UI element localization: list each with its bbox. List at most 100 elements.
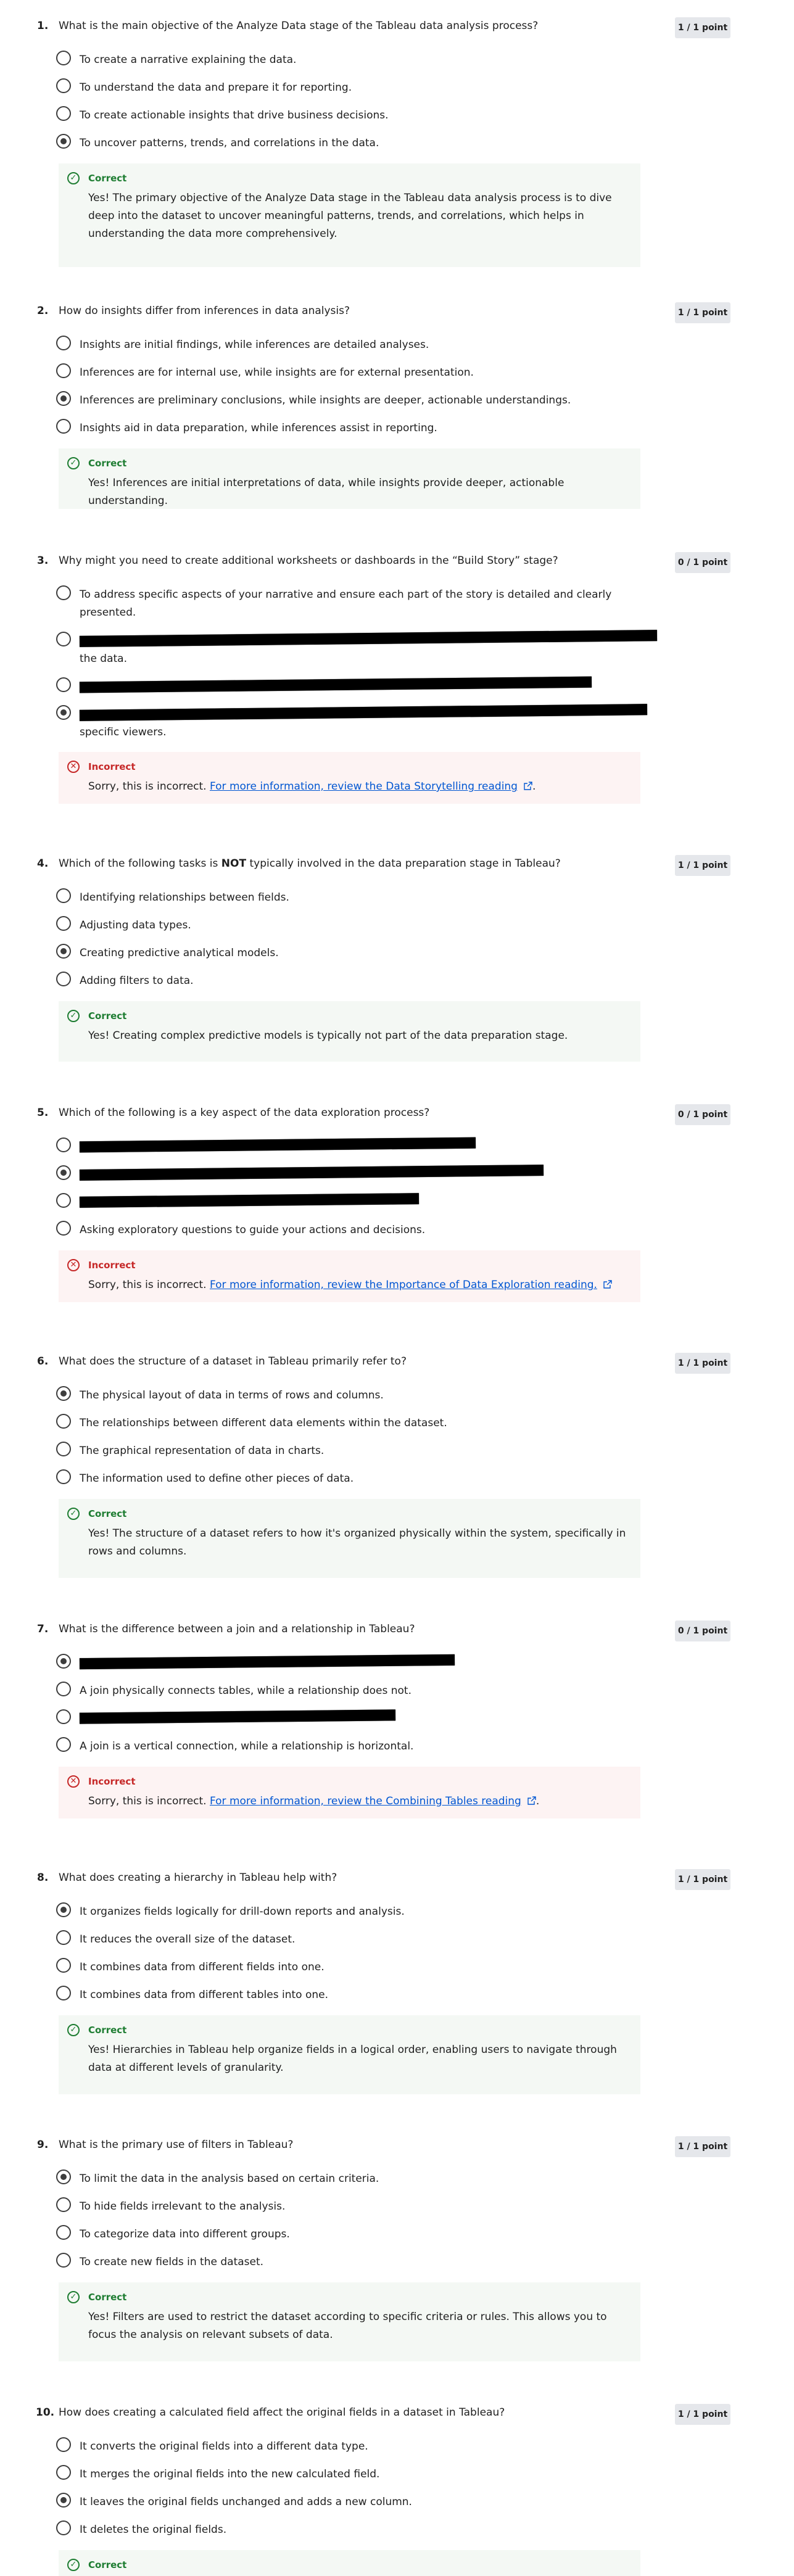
radio-button-icon[interactable] (56, 705, 71, 720)
reading-link[interactable]: For more information, review the Data St… (210, 780, 518, 793)
radio-button-icon[interactable] (56, 1193, 71, 1208)
radio-button-icon[interactable] (56, 1930, 71, 1945)
feedback-panel: ✓ Correct Yes! Inferences are initial in… (59, 448, 640, 509)
radio-button-icon[interactable] (56, 419, 71, 434)
score-badge: 1 / 1 point (675, 1869, 730, 1890)
option-label: To hide fields irrelevant to the analysi… (80, 2200, 286, 2213)
feedback-panel: ✓ Correct Yes! Creating complex predicti… (59, 1001, 640, 1062)
feedback-panel: ✓ Correct Yes! The primary objective of … (59, 163, 640, 267)
radio-button-icon[interactable] (56, 1386, 71, 1401)
radio-button-icon[interactable] (56, 51, 71, 65)
redaction-bar (79, 1193, 420, 1208)
score-badge: 0 / 1 point (675, 552, 730, 573)
feedback-message: Sorry, this is incorrect. (88, 780, 207, 793)
external-link-icon[interactable] (603, 1280, 612, 1289)
option-label: the data. (80, 653, 127, 665)
radio-button-icon[interactable] (56, 1709, 71, 1724)
check-circle-icon: ✓ (67, 457, 80, 469)
question-text: Which of the following is a key aspect o… (59, 1107, 430, 1119)
option-label: The relationships between different data… (80, 1417, 447, 1429)
feedback-panel: ✓ Correct Yes! Filters are used to restr… (59, 2282, 640, 2361)
radio-button-icon[interactable] (56, 363, 71, 378)
option-label: It combines data from different fields i… (80, 1961, 325, 1973)
option-label: To create a narrative explaining the dat… (80, 54, 297, 66)
radio-button-icon[interactable] (56, 391, 71, 406)
radio-button-icon[interactable] (56, 78, 71, 93)
question-text-post: typically involved in the data preparati… (246, 857, 561, 870)
radio-button-icon[interactable] (56, 2493, 71, 2508)
feedback-text: Yes! The structure of a dataset refers t… (88, 1527, 626, 1558)
option-label: Insights aid in data preparation, while … (80, 422, 437, 434)
feedback-text: Sorry, this is incorrect. For more infor… (88, 778, 631, 796)
option-label: The physical layout of data in terms of … (80, 1389, 384, 1402)
feedback-status: Correct (88, 1508, 127, 1519)
radio-button-icon[interactable] (56, 2253, 71, 2268)
radio-button-icon[interactable] (56, 1165, 71, 1180)
reading-link[interactable]: For more information, review the Combini… (210, 1795, 521, 1807)
score-badge: 0 / 1 point (675, 1620, 730, 1641)
option-label: Identifying relationships between fields… (80, 891, 289, 904)
check-circle-icon: ✓ (67, 172, 80, 184)
radio-button-icon[interactable] (56, 677, 71, 692)
radio-button-icon[interactable] (56, 1682, 71, 1696)
check-circle-icon: ✓ (67, 2024, 80, 2036)
feedback-status: Correct (88, 2559, 127, 2570)
feedback-text: Yes! Creating complex predictive models … (88, 1030, 568, 1042)
radio-button-icon[interactable] (56, 2169, 71, 2184)
feedback-text: Yes! Hierarchies in Tableau help organiz… (88, 2044, 617, 2074)
option-label: It organizes fields logically for drill-… (80, 1905, 405, 1918)
feedback-status: Correct (88, 173, 127, 184)
radio-button-icon[interactable] (56, 1221, 71, 1236)
x-circle-icon: ✕ (67, 1259, 80, 1271)
radio-button-icon[interactable] (56, 1986, 71, 2000)
radio-button-icon[interactable] (56, 106, 71, 121)
score-badge: 1 / 1 point (675, 1353, 730, 1374)
radio-button-icon[interactable] (56, 134, 71, 149)
feedback-status: Correct (88, 2292, 127, 2303)
feedback-status: Correct (88, 1010, 127, 1022)
redaction-bar (79, 1137, 476, 1153)
radio-button-icon[interactable] (56, 1654, 71, 1669)
question-number: 10. (36, 2406, 55, 2419)
radio-button-icon[interactable] (56, 1469, 71, 1484)
redaction-bar (79, 630, 658, 647)
x-circle-icon: ✕ (67, 1775, 80, 1788)
external-link-icon[interactable] (527, 1796, 536, 1805)
feedback-panel: ✕ Incorrect Sorry, this is incorrect. Fo… (59, 752, 640, 804)
radio-button-icon[interactable] (56, 972, 71, 986)
external-link-icon[interactable] (524, 782, 532, 790)
radio-button-icon[interactable] (56, 336, 71, 350)
radio-button-icon[interactable] (56, 916, 71, 931)
radio-button-icon[interactable] (56, 944, 71, 959)
option-label: A join is a vertical connection, while a… (80, 1740, 414, 1752)
radio-button-icon[interactable] (56, 585, 71, 600)
feedback-panel: ✓ Correct Yes! The structure of a datase… (59, 1499, 640, 1578)
radio-button-icon[interactable] (56, 2465, 71, 2480)
question-number: 8. (37, 1872, 49, 1884)
feedback-panel: ✕ Incorrect Sorry, this is incorrect. Fo… (59, 1767, 640, 1818)
feedback-panel: ✕ Incorrect Sorry, this is incorrect. Fo… (59, 1250, 640, 1302)
radio-button-icon[interactable] (56, 2520, 71, 2535)
feedback-text: Yes! Filters are used to restrict the da… (88, 2311, 607, 2341)
feedback-status: Incorrect (88, 761, 136, 772)
radio-button-icon[interactable] (56, 1442, 71, 1456)
reading-link[interactable]: For more information, review the Importa… (210, 1279, 597, 1291)
radio-button-icon[interactable] (56, 1137, 71, 1152)
radio-button-icon[interactable] (56, 1737, 71, 1752)
question-text-emphasis: NOT (221, 857, 247, 870)
option-label: Adjusting data types. (80, 919, 191, 931)
question-number: 9. (37, 2139, 49, 2151)
radio-button-icon[interactable] (56, 2225, 71, 2240)
radio-button-icon[interactable] (56, 2437, 71, 2452)
option-label: To uncover patterns, trends, and correla… (80, 137, 379, 149)
redaction-bar (79, 704, 648, 721)
radio-button-icon[interactable] (56, 1414, 71, 1429)
question-number: 7. (37, 1623, 49, 1635)
radio-button-icon[interactable] (56, 632, 71, 646)
question-text: How does creating a calculated field aff… (59, 2406, 505, 2419)
radio-button-icon[interactable] (56, 2197, 71, 2212)
radio-button-icon[interactable] (56, 888, 71, 903)
radio-button-icon[interactable] (56, 1902, 71, 1917)
option-label: A join physically connects tables, while… (80, 1685, 411, 1697)
radio-button-icon[interactable] (56, 1958, 71, 1973)
